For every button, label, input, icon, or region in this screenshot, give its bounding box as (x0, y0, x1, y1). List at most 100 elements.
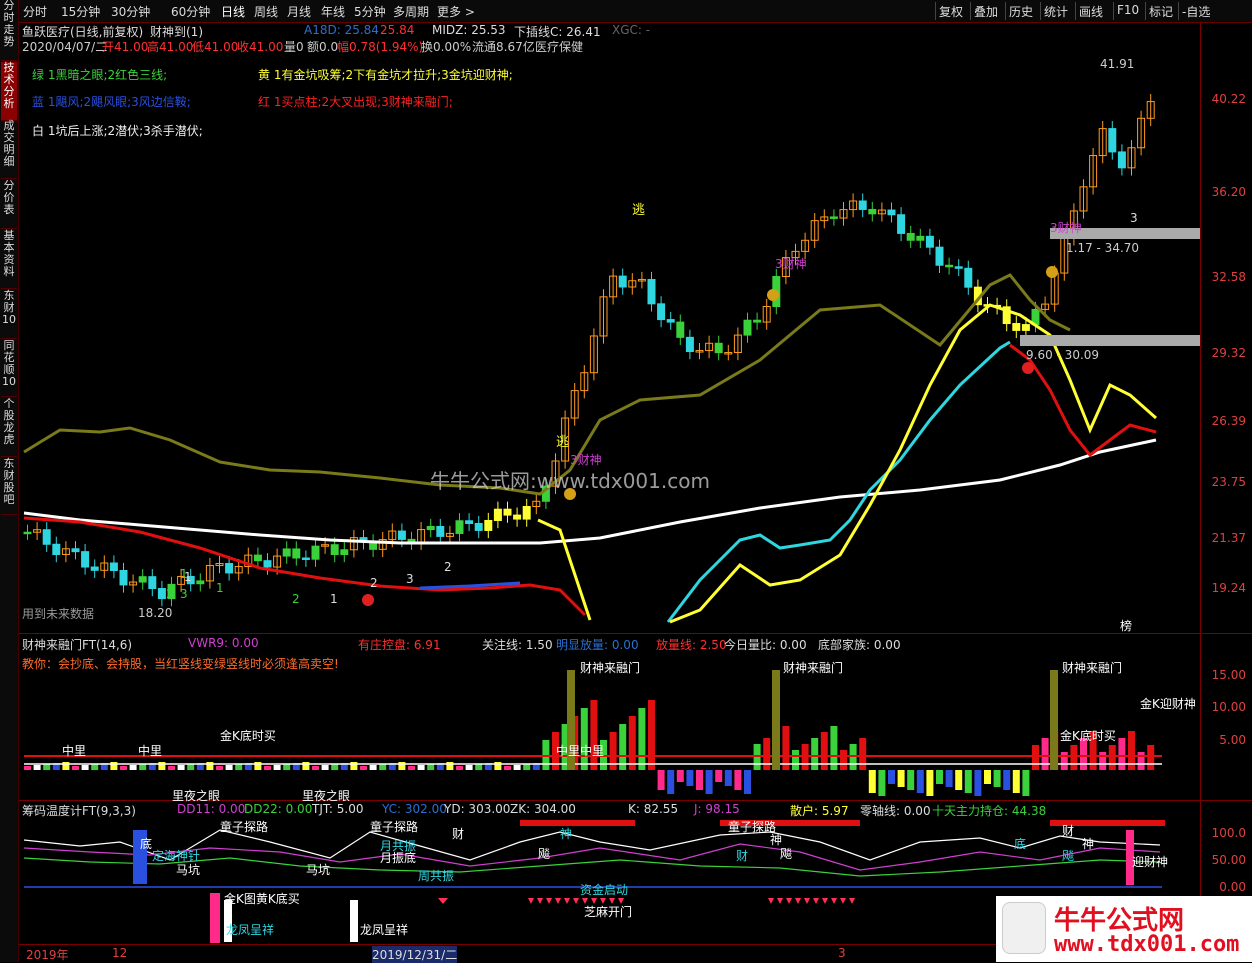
vol-bar (1137, 752, 1145, 770)
candle-body (23, 531, 32, 535)
vol-bar (1070, 745, 1078, 770)
vol-bar (139, 764, 147, 770)
candle-body (119, 570, 128, 586)
caishen-pillar (772, 670, 780, 770)
vol-bar (840, 750, 847, 770)
panel2-tag: 金K底时买 (220, 728, 276, 743)
panel3-tag: 底 (140, 836, 152, 851)
vol-bar (1022, 770, 1030, 796)
panel3-tick: 50.00 (1211, 853, 1246, 867)
money-bag-icon (1046, 266, 1058, 278)
vol-bar (264, 766, 271, 770)
panel2-tick: 15.00 (1211, 668, 1246, 682)
panel3-tag: 飚 (538, 846, 550, 861)
vol-bar (1060, 752, 1068, 770)
vol-bar (475, 764, 483, 770)
vol-bar (398, 762, 406, 770)
pink-pillar (210, 893, 220, 943)
lingzhou-value: 零轴线: 0.00 (860, 804, 931, 818)
vol-bar (868, 770, 876, 793)
candle-body (301, 557, 310, 560)
caishen-label-1: 3财神 (570, 453, 602, 467)
zone-label-2: 9.60 - 30.09 (1026, 348, 1099, 362)
vol-bar (1118, 738, 1126, 770)
yc-value: YC: 302.00 (382, 802, 447, 816)
candle-body (945, 264, 954, 268)
vol-bar (878, 770, 886, 796)
vol-bar (513, 765, 521, 770)
count-label: 2 (292, 592, 300, 606)
panel3-title[interactable]: 筹码温度计FT(9,3,3) (22, 802, 136, 819)
fangliang-value: 放量线: 2.50 (656, 638, 727, 652)
panel2-tag: 财神来融门 (783, 660, 843, 675)
panel3-tag: 神 (560, 827, 572, 841)
count-label: 3 (180, 587, 188, 601)
panel2-tag: 中里 (62, 743, 86, 758)
vol-bar (667, 770, 675, 794)
count-label: 3 (1130, 211, 1138, 225)
date-tick: 2019/12/31/二 (372, 946, 458, 963)
panel2-tag: 里夜之眼 (302, 788, 350, 803)
vol-bar (628, 716, 636, 770)
candle-body (52, 543, 61, 556)
vol-bar (1012, 770, 1020, 793)
candle-body (330, 544, 339, 555)
shitian-value: 十天主力持仓: 44.38 (932, 804, 1047, 818)
diamond-icon (564, 898, 570, 904)
diamond-icon (438, 898, 448, 904)
logo-box: 牛牛公式网 www.tdx001.com (996, 896, 1252, 962)
vol-bar (408, 766, 415, 770)
vol-bar (216, 766, 223, 770)
panel3-tag: 迎财神 (1132, 855, 1168, 869)
price-tick: 36.20 (1211, 185, 1246, 199)
vol-bar (1108, 745, 1116, 770)
vol-bar (705, 770, 713, 794)
panel3-tag: 财 (452, 827, 464, 841)
vol-bar (792, 750, 799, 770)
vol-bar (936, 770, 943, 784)
yd-value: YD: 303.00 (444, 802, 511, 816)
vol-bar (1032, 745, 1039, 770)
vwr-value: VWR9: 0.00 (188, 636, 259, 650)
panel2-tag: 金K迎财神 (1140, 696, 1196, 711)
candle-body (148, 576, 157, 590)
tjt-value: TJT: 5.00 (312, 802, 364, 816)
high-label: 41.91 (1100, 57, 1134, 71)
diamond-icon (582, 898, 588, 904)
vol-bar (504, 766, 511, 770)
panel3-tag: 飚 (780, 846, 792, 861)
vol-bar (1041, 738, 1049, 770)
vol-bar (62, 762, 70, 770)
panel2-tag: 中里 (556, 743, 580, 758)
panel3-tag: 飚 (1062, 848, 1074, 863)
diamond-icon (831, 898, 837, 904)
candle-body (465, 520, 474, 524)
panel2-title[interactable]: 财神来融门FT(14,6) (22, 636, 132, 653)
vol-bar (312, 766, 319, 770)
vol-bar (43, 764, 51, 770)
money-bag-icon (767, 289, 779, 301)
diamond-icon (849, 898, 855, 904)
vol-bar (24, 766, 31, 770)
j-value: J: 98.15 (694, 802, 740, 816)
candle-body (109, 562, 118, 572)
vol-bar (897, 770, 905, 787)
white-pillar-2 (350, 900, 358, 942)
vol-bar (859, 738, 867, 770)
date-tick: 2019年 (26, 948, 69, 962)
candle-body (138, 576, 147, 583)
vol-bar (206, 762, 214, 770)
candle-body (493, 508, 502, 521)
candle-body (157, 588, 166, 600)
candle-body (1117, 151, 1126, 169)
guanzhu-value: 关注线: 1.50 (482, 638, 553, 652)
candle-body (292, 548, 301, 559)
vol-bar (676, 770, 684, 782)
vol-bar (811, 738, 819, 770)
diamond-icon (768, 898, 774, 904)
vol-bar (254, 762, 262, 770)
sanhu-value: 散户: 5.97 (790, 804, 849, 818)
vol-bar (321, 765, 329, 770)
vol-bar (1003, 770, 1011, 790)
vol-bar (648, 700, 655, 770)
